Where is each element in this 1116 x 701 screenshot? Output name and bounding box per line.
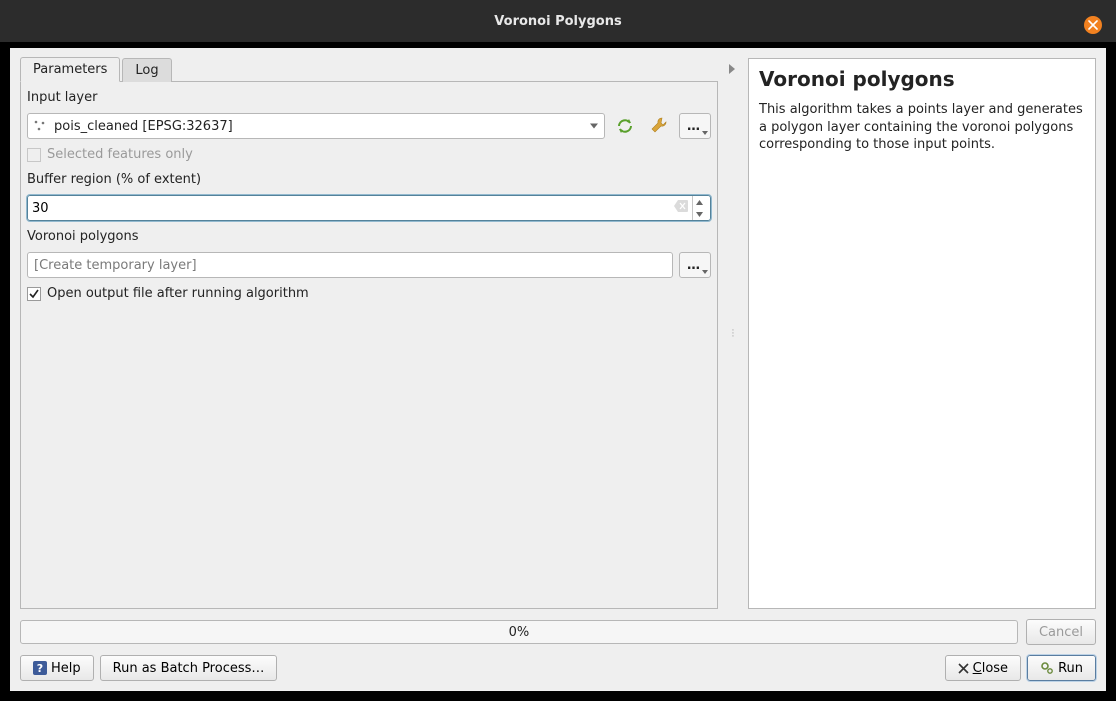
tab-parameters[interactable]: Parameters — [20, 57, 120, 82]
wrench-icon — [649, 116, 669, 136]
help-button[interactable]: ? Help — [20, 655, 94, 681]
ellipsis-icon: … — [687, 258, 701, 273]
chevron-down-icon — [702, 270, 708, 275]
selected-features-only-checkbox: Selected features only — [27, 145, 711, 164]
panel-splitter[interactable]: ··· — [726, 58, 740, 609]
buffer-region-spinbox[interactable] — [27, 195, 711, 221]
buffer-region-label: Buffer region (% of extent) — [27, 170, 711, 189]
advanced-options-button[interactable] — [645, 113, 673, 139]
buffer-region-input[interactable] — [32, 201, 674, 216]
chevron-down-icon — [702, 131, 708, 136]
spin-down-button[interactable] — [693, 208, 706, 220]
help-body: This algorithm takes a points layer and … — [759, 101, 1085, 154]
gears-icon — [1040, 661, 1054, 675]
collapse-right-icon — [729, 64, 737, 74]
point-layer-icon — [32, 118, 48, 134]
progress-bar: 0% — [20, 620, 1018, 644]
x-icon — [958, 663, 969, 674]
help-icon: ? — [33, 661, 47, 675]
reload-icon — [615, 117, 635, 135]
progress-text: 0% — [509, 625, 530, 640]
ellipsis-icon: … — [687, 119, 701, 134]
selected-features-only-label: Selected features only — [47, 147, 193, 162]
input-layer-options-button[interactable]: … — [679, 113, 711, 139]
parameters-panel: Input layer pois_cleaned [EPSG:32637] — [20, 81, 718, 609]
spin-up-button[interactable] — [693, 196, 706, 208]
close-button[interactable]: Close — [945, 655, 1021, 681]
help-panel: Voronoi polygons This algorithm takes a … — [748, 58, 1096, 609]
window-close-button[interactable] — [1084, 16, 1102, 34]
clear-icon — [674, 200, 688, 212]
run-button[interactable]: Run — [1027, 655, 1096, 681]
clear-input-button[interactable] — [674, 200, 688, 216]
help-title: Voronoi polygons — [759, 67, 1085, 91]
grip-icon: ··· — [731, 329, 734, 338]
help-button-label: Help — [51, 661, 81, 676]
window-title: Voronoi Polygons — [494, 14, 621, 29]
tab-bar: Parameters Log — [20, 58, 718, 82]
check-icon — [29, 289, 39, 299]
voronoi-output-options-button[interactable]: … — [679, 252, 711, 278]
voronoi-output-field[interactable]: [Create temporary layer] — [27, 252, 673, 278]
checkbox-icon — [27, 148, 41, 162]
open-output-label: Open output file after running algorithm — [47, 286, 309, 301]
chevron-down-icon — [696, 212, 703, 217]
voronoi-output-label: Voronoi polygons — [27, 227, 711, 246]
iterate-features-button[interactable] — [611, 113, 639, 139]
tab-log[interactable]: Log — [122, 58, 171, 82]
titlebar: Voronoi Polygons — [0, 0, 1116, 42]
input-layer-label: Input layer — [27, 88, 711, 107]
input-layer-dropdown[interactable]: pois_cleaned [EPSG:32637] — [27, 113, 605, 139]
run-batch-button[interactable]: Run as Batch Process… — [100, 655, 278, 681]
run-button-label: Run — [1058, 661, 1083, 676]
input-layer-value: pois_cleaned [EPSG:32637] — [54, 119, 233, 134]
cancel-button: Cancel — [1026, 619, 1096, 645]
open-output-checkbox[interactable]: Open output file after running algorithm — [27, 284, 711, 303]
chevron-up-icon — [696, 200, 703, 205]
chevron-down-icon — [590, 119, 598, 134]
voronoi-output-placeholder: [Create temporary layer] — [34, 258, 197, 273]
close-icon — [1088, 20, 1098, 30]
checkbox-icon — [27, 287, 41, 301]
